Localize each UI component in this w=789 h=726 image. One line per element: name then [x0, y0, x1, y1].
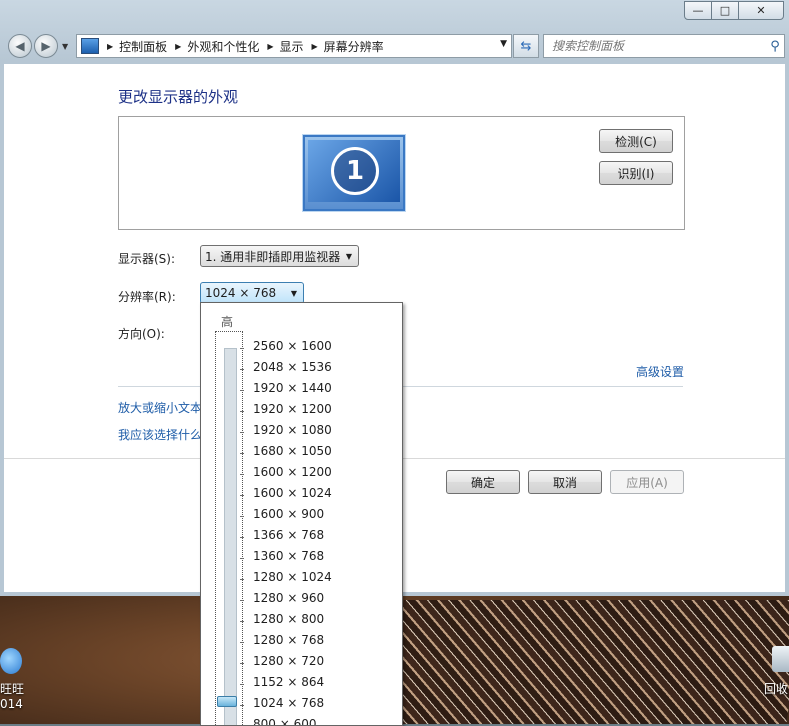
- resolution-option[interactable]: 2560 × 1600: [253, 339, 332, 353]
- display-select[interactable]: 1. 通用非即插即用监视器 ▼: [200, 245, 359, 267]
- monitor-preview-panel: 1 检测(C) 识别(I): [118, 116, 685, 230]
- breadcrumb-appearance[interactable]: 外观和个性化: [187, 38, 259, 55]
- resolution-option[interactable]: 1366 × 768: [253, 528, 324, 542]
- breadcrumb: ▶ 控制面板 ▶ 外观和个性化 ▶ 显示 ▶ 屏幕分辨率: [99, 38, 384, 55]
- orientation-label: 方向(O):: [118, 327, 165, 341]
- breadcrumb-separator-icon[interactable]: ▶: [312, 42, 318, 51]
- monitor-number: 1: [331, 147, 379, 195]
- refresh-button[interactable]: ⇆: [513, 34, 539, 58]
- resolution-option[interactable]: 1600 × 1200: [253, 465, 332, 479]
- advanced-settings-link[interactable]: 高级设置: [636, 363, 684, 380]
- resolution-option[interactable]: 1280 × 1024: [253, 570, 332, 584]
- maximize-button[interactable]: □: [711, 1, 739, 20]
- chevron-down-icon: ▼: [290, 289, 297, 298]
- resolution-option[interactable]: 1920 × 1440: [253, 381, 332, 395]
- resolution-option[interactable]: 2048 × 1536: [253, 360, 332, 374]
- breadcrumb-separator-icon[interactable]: ▶: [175, 42, 181, 51]
- resolution-dropdown: 高 2560 × 1600 2048 × 1536 1920 × 1440 1920 …: [200, 302, 403, 726]
- desktop-icon-recycle-bin[interactable]: [772, 646, 789, 672]
- resolution-option[interactable]: 800 × 600: [253, 717, 317, 725]
- text-size-link[interactable]: 放大或缩小文本: [118, 399, 202, 416]
- breadcrumb-screen-resolution[interactable]: 屏幕分辨率: [324, 38, 384, 55]
- identify-button[interactable]: 识别(I): [599, 161, 673, 185]
- detect-button[interactable]: 检测(C): [599, 129, 673, 153]
- desktop-icon-label-1: 旺旺: [0, 682, 25, 696]
- resolution-option[interactable]: 1280 × 720: [253, 654, 324, 668]
- navigation-bar: ◀ ▶ ▼ ▶ 控制面板 ▶ 外观和个性化 ▶ 显示 ▶ 屏幕分辨率 ▼ ⇆ 搜…: [0, 30, 789, 60]
- desktop-icon-recycle-label: 回收: [764, 682, 789, 696]
- breadcrumb-separator-icon[interactable]: ▶: [267, 42, 273, 51]
- address-dropdown-icon[interactable]: ▼: [500, 39, 507, 49]
- resolution-option[interactable]: 1280 × 768: [253, 633, 324, 647]
- slider-ticks: [240, 348, 244, 725]
- slider-track: [224, 348, 237, 725]
- resolution-option[interactable]: 1280 × 800: [253, 612, 324, 626]
- resolution-option[interactable]: 1360 × 768: [253, 549, 324, 563]
- refresh-icon: ⇆: [520, 38, 532, 54]
- close-button[interactable]: ✕: [738, 1, 784, 20]
- control-panel-icon: [81, 38, 99, 54]
- back-button[interactable]: ◀: [8, 34, 32, 58]
- resolution-option[interactable]: 1280 × 960: [253, 591, 324, 605]
- recycle-bin-icon: [772, 646, 789, 672]
- resolution-option[interactable]: 1920 × 1200: [253, 402, 332, 416]
- page-title: 更改显示器的外观: [118, 88, 239, 106]
- forward-button[interactable]: ▶: [34, 34, 58, 58]
- resolution-slider[interactable]: [215, 331, 244, 725]
- resolution-label: 分辨率(R):: [118, 290, 176, 304]
- desktop-icon-label-2: 014: [0, 697, 23, 711]
- forward-arrow-icon: ▶: [41, 39, 51, 53]
- breadcrumb-display[interactable]: 显示: [280, 38, 304, 55]
- resolution-option[interactable]: 1024 × 768: [253, 696, 324, 710]
- resolution-select[interactable]: 1024 × 768 ▼: [200, 282, 304, 304]
- cancel-button[interactable]: 取消: [528, 470, 602, 494]
- search-input[interactable]: [544, 36, 766, 56]
- back-arrow-icon: ◀: [15, 39, 25, 53]
- recent-pages-chevron-icon[interactable]: ▼: [62, 42, 68, 51]
- monitor-1-icon[interactable]: 1: [303, 135, 405, 211]
- breadcrumb-control-panel[interactable]: 控制面板: [119, 38, 167, 55]
- resolution-option[interactable]: 1600 × 900: [253, 507, 324, 521]
- chevron-down-icon: ▼: [345, 252, 352, 261]
- desktop-icon-wangwang[interactable]: [0, 648, 22, 674]
- ok-button[interactable]: 确定: [446, 470, 520, 494]
- high-label: 高: [221, 315, 234, 329]
- apply-button[interactable]: 应用(A): [610, 470, 684, 494]
- which-settings-link[interactable]: 我应该选择什么: [118, 426, 202, 443]
- desktop-wallpaper-rug: [386, 600, 789, 724]
- display-select-value: 1. 通用非即插即用监视器: [205, 249, 341, 264]
- slider-thumb[interactable]: [217, 696, 237, 707]
- display-label: 显示器(S):: [118, 252, 176, 266]
- address-bar[interactable]: ▶ 控制面板 ▶ 外观和个性化 ▶ 显示 ▶ 屏幕分辨率 ▼: [76, 34, 512, 58]
- wangwang-icon: [0, 648, 22, 674]
- search-box[interactable]: ⚲: [543, 34, 785, 58]
- resolution-option[interactable]: 1920 × 1080: [253, 423, 332, 437]
- resolution-option[interactable]: 1600 × 1024: [253, 486, 332, 500]
- resolution-select-value: 1024 × 768: [205, 286, 277, 300]
- minimize-button[interactable]: —: [684, 1, 712, 20]
- search-icon[interactable]: ⚲: [766, 39, 784, 54]
- resolution-option[interactable]: 1152 × 864: [253, 675, 324, 689]
- breadcrumb-separator-icon[interactable]: ▶: [107, 42, 113, 51]
- window-controls: — □ ✕: [684, 1, 784, 20]
- resolution-option[interactable]: 1680 × 1050: [253, 444, 332, 458]
